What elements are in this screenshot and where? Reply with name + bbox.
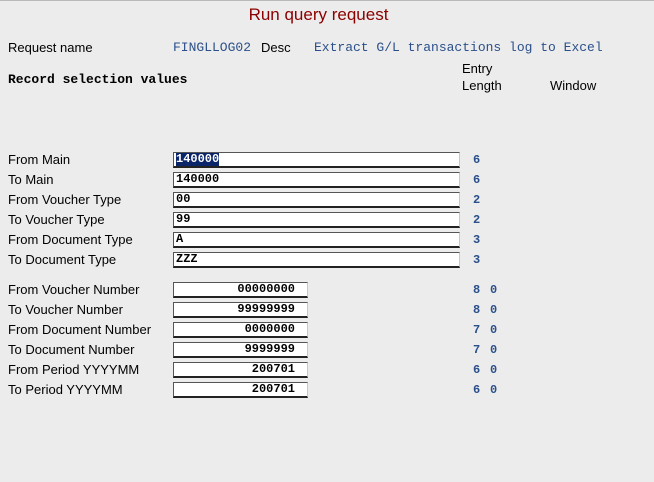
- to-voucher-type-value: 99: [176, 212, 191, 226]
- to-voucher-type-length: 2: [473, 213, 481, 227]
- from-document-type-value: A: [176, 232, 184, 246]
- to-document-number-label: To Document Number: [8, 342, 135, 357]
- from-voucher-number-value: 00000000: [237, 282, 295, 296]
- from-period-input[interactable]: 200701: [173, 362, 308, 378]
- to-period-value: 200701: [251, 382, 295, 396]
- to-voucher-number-value: 99999999: [237, 302, 295, 316]
- record-selection-heading: Record selection values: [8, 72, 188, 87]
- from-main-length: 6: [473, 153, 481, 167]
- to-voucher-number-input[interactable]: 99999999: [173, 302, 308, 318]
- to-voucher-number-label: To Voucher Number: [8, 302, 123, 317]
- to-main-label: To Main: [8, 172, 54, 187]
- from-document-type-label: From Document Type: [8, 232, 133, 247]
- from-voucher-type-length: 2: [473, 193, 481, 207]
- to-voucher-type-input[interactable]: 99: [173, 212, 460, 228]
- from-period-length: 6: [473, 363, 481, 377]
- to-period-input[interactable]: 200701: [173, 382, 308, 398]
- to-document-number-input[interactable]: 9999999: [173, 342, 308, 358]
- from-period-window: 0: [490, 363, 498, 377]
- from-main-label: From Main: [8, 152, 71, 167]
- to-voucher-type-label: To Voucher Type: [8, 212, 105, 227]
- from-main-value: 140000: [176, 152, 220, 166]
- request-name-value: FINGLLOG02: [173, 40, 252, 55]
- from-document-number-window: 0: [490, 323, 498, 337]
- from-document-number-length: 7: [473, 323, 481, 337]
- to-main-length: 6: [473, 173, 481, 187]
- entry-column-label: Entry: [462, 61, 493, 76]
- from-document-number-label: From Document Number: [8, 322, 152, 337]
- from-period-label: From Period YYYYMM: [8, 362, 140, 377]
- to-document-type-label: To Document Type: [8, 252, 117, 267]
- to-period-window: 0: [490, 383, 498, 397]
- from-voucher-number-length: 8: [473, 283, 481, 297]
- desc-label: Desc: [261, 40, 291, 55]
- from-document-number-value: 0000000: [244, 322, 295, 336]
- page-title: Run query request: [248, 5, 389, 24]
- from-document-number-input[interactable]: 0000000: [173, 322, 308, 338]
- length-column-label: Length: [462, 78, 502, 93]
- to-main-value: 140000: [176, 172, 220, 186]
- from-main-input[interactable]: 140000: [173, 152, 460, 168]
- from-document-type-length: 3: [473, 233, 481, 247]
- to-document-type-value: ZZZ: [176, 252, 198, 266]
- from-document-type-input[interactable]: A: [173, 232, 460, 248]
- to-document-number-value: 9999999: [244, 342, 295, 356]
- request-name-label: Request name: [8, 40, 93, 55]
- to-period-label: To Period YYYYMM: [8, 382, 123, 397]
- from-period-value: 200701: [251, 362, 295, 376]
- window-column-label: Window: [550, 78, 597, 93]
- top-divider: [0, 0, 654, 1]
- to-period-length: 6: [473, 383, 481, 397]
- desc-value: Extract G/L transactions log to Excel: [314, 40, 603, 55]
- to-document-number-length: 7: [473, 343, 481, 357]
- to-document-number-window: 0: [490, 343, 498, 357]
- from-voucher-type-label: From Voucher Type: [8, 192, 122, 207]
- to-voucher-number-length: 8: [473, 303, 481, 317]
- from-voucher-type-input[interactable]: 00: [173, 192, 460, 208]
- to-document-type-length: 3: [473, 253, 481, 267]
- to-document-type-input[interactable]: ZZZ: [173, 252, 460, 268]
- to-voucher-number-window: 0: [490, 303, 498, 317]
- from-voucher-type-value: 00: [176, 192, 191, 206]
- from-voucher-number-window: 0: [490, 283, 498, 297]
- from-voucher-number-label: From Voucher Number: [8, 282, 140, 297]
- to-main-input[interactable]: 140000: [173, 172, 460, 188]
- from-voucher-number-input[interactable]: 00000000: [173, 282, 308, 298]
